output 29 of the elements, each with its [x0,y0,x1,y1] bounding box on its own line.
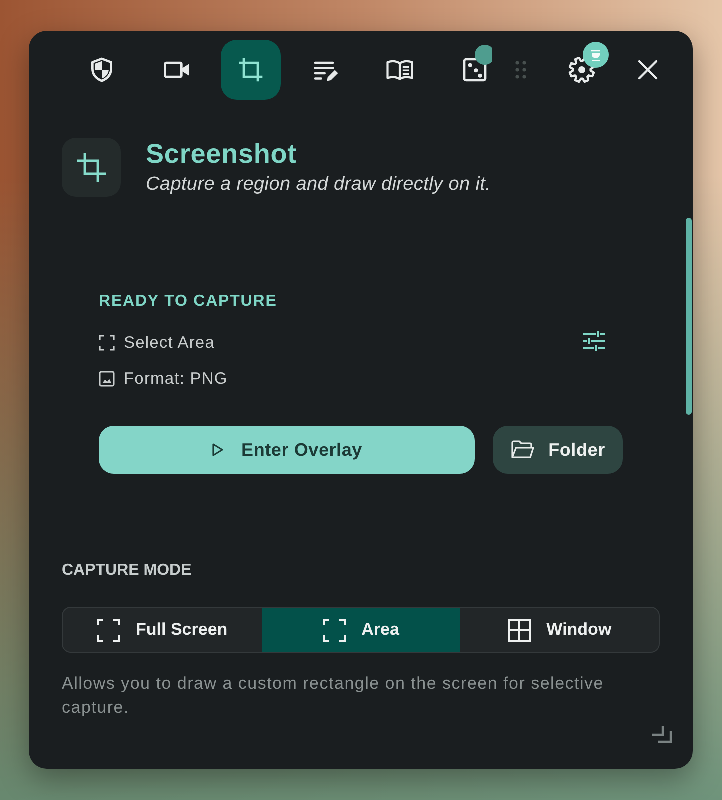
panel-title: Screenshot [146,139,298,169]
section-heading: CAPTURE MODE [62,561,193,581]
image-icon [99,371,115,387]
folder-button[interactable]: Folder [493,426,623,474]
status-detail: Select Area [124,334,215,352]
crop-icon [237,56,265,84]
corners-icon [97,618,120,642]
drag-handle-icon[interactable] [514,60,528,80]
mode-option[interactable]: Full Screen [63,608,262,652]
sliders-icon[interactable] [582,330,606,352]
corners-icon [322,618,346,642]
resize-grip-icon[interactable] [651,725,673,744]
mode-option[interactable]: Window [460,608,659,652]
mode-option[interactable]: Area [262,608,460,652]
settings-icon [568,56,596,84]
folder-icon [510,440,535,460]
enter-overlay-button[interactable]: Enter Overlay [99,426,475,474]
toolbar-tab[interactable] [221,40,281,100]
crop-icon [62,138,121,197]
mode-description: Allows you to draw a custom rectangle on the screen for selective capture. [62,673,605,719]
play-icon [212,443,224,457]
close-icon [636,58,660,82]
selection-icon [99,335,115,351]
dice-icon [460,56,488,84]
window-grid-icon [508,618,531,642]
status-heading: READY TO CAPTURE [99,292,278,312]
scrollbar-thumb[interactable] [686,218,692,415]
status-detail: Format: PNG [124,370,228,388]
panel-subtitle: Capture a region and draw directly on it. [146,173,492,196]
